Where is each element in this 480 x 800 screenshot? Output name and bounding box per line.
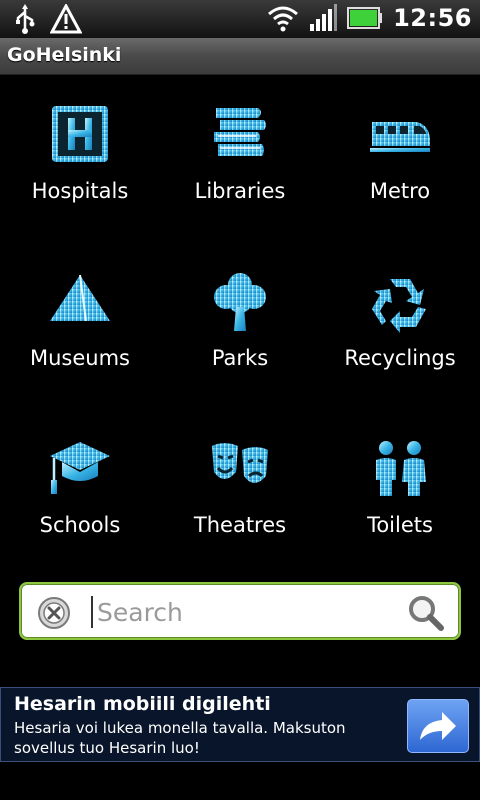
- ad-open-button[interactable]: [407, 699, 469, 753]
- theatre-masks-icon: [212, 443, 268, 483]
- category-label: Hospitals: [31, 179, 129, 203]
- category-label: Schools: [39, 513, 121, 537]
- category-schools[interactable]: Schools: [0, 428, 160, 595]
- category-label: Parks: [211, 346, 269, 370]
- category-label: Toilets: [367, 513, 433, 537]
- warning-icon: [50, 4, 82, 34]
- category-libraries[interactable]: Libraries: [160, 94, 320, 261]
- category-museums[interactable]: Museums: [0, 261, 160, 428]
- pyramid-icon: [50, 274, 110, 322]
- category-toilets[interactable]: Toilets: [320, 428, 480, 595]
- wifi-icon: [268, 6, 299, 32]
- app-title: GoHelsinki: [7, 44, 122, 66]
- search-bar: [19, 582, 461, 640]
- category-hospitals[interactable]: Hospitals: [0, 94, 160, 261]
- clock: 12:56: [393, 4, 472, 32]
- category-parks[interactable]: Parks: [160, 261, 320, 428]
- category-recyclings[interactable]: Recyclings: [320, 261, 480, 428]
- hospital-icon: [52, 106, 108, 162]
- title-bar: GoHelsinki: [0, 38, 480, 75]
- category-label: Recyclings: [344, 346, 456, 370]
- clear-icon[interactable]: [37, 596, 71, 630]
- text-cursor: [91, 596, 93, 628]
- search-input[interactable]: [95, 592, 399, 632]
- share-arrow-icon: [420, 712, 456, 740]
- category-theatres[interactable]: Theatres: [160, 428, 320, 595]
- category-grid: Hospitals Libraries Metro Museums Parks …: [0, 94, 480, 595]
- tree-icon: [214, 273, 266, 331]
- category-metro[interactable]: Metro: [320, 94, 480, 261]
- toilets-icon: [376, 441, 426, 496]
- status-bar: 12:56: [0, 0, 480, 38]
- search-icon[interactable]: [407, 594, 445, 632]
- recycle-icon: [372, 279, 426, 333]
- usb-icon: [16, 4, 35, 34]
- category-label: Museums: [30, 346, 130, 370]
- battery-icon: [347, 7, 383, 29]
- ad-banner[interactable]: Hesarin mobiili digilehti Hesaria voi lu…: [0, 687, 480, 762]
- books-icon: [214, 108, 266, 156]
- ad-headline: Hesarin mobiili digilehti: [14, 693, 271, 715]
- graduation-cap-icon: [50, 442, 110, 494]
- ad-body: Hesaria voi lukea monella tavalla. Maksu…: [14, 719, 346, 757]
- signal-icon: [310, 4, 338, 31]
- train-icon: [370, 122, 430, 152]
- category-label: Libraries: [194, 179, 286, 203]
- category-label: Metro: [369, 179, 431, 203]
- category-label: Theatres: [193, 513, 287, 537]
